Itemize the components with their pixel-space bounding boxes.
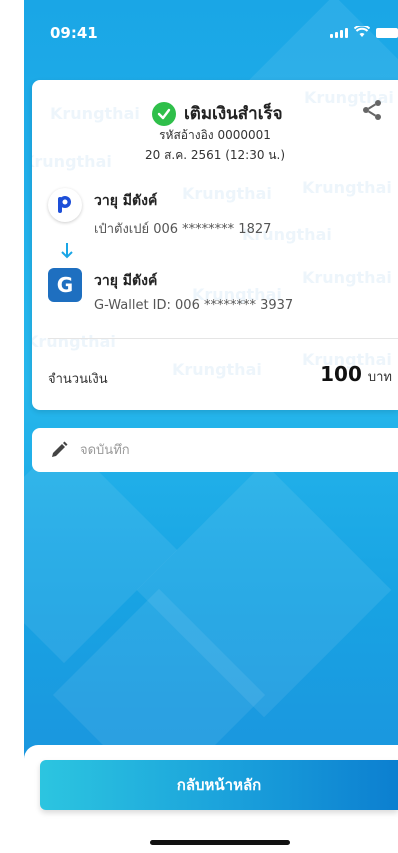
watermark-text: Krungthai — [172, 360, 262, 379]
share-icon[interactable] — [360, 98, 384, 122]
amount-label: จำนวนเงิน — [48, 372, 108, 387]
watermark-text: Krungthai — [50, 104, 140, 123]
wifi-icon — [354, 26, 370, 37]
g-wallet-logo-icon: G — [48, 268, 82, 302]
watermark-text: Krungthai — [302, 268, 392, 287]
status-icons — [330, 26, 398, 38]
sender-account-number: เป๋าตังเปย์ 006 ******** 1827 — [94, 222, 272, 237]
status-bar: 09:41 — [24, 0, 398, 60]
amount-currency: บาท — [367, 370, 392, 385]
sender-name: วายุ มีตังค์ — [94, 193, 158, 209]
amount-value: 100 บาท — [320, 362, 392, 387]
note-input[interactable] — [78, 441, 342, 459]
pencil-icon — [52, 441, 68, 457]
app-screen: 09:41 Krungthai Krungthai Krungthai Krun… — [24, 0, 398, 853]
paotang-logo-icon — [48, 188, 82, 222]
divider — [48, 338, 398, 339]
battery-icon — [376, 28, 398, 38]
transaction-datetime: 20 ส.ค. 2561 (12:30 น.) — [144, 148, 285, 162]
arrow-down-icon — [61, 243, 73, 259]
status-time: 09:41 — [50, 24, 98, 42]
watermark-text: Krungthai — [302, 178, 392, 197]
success-check-icon — [152, 101, 176, 126]
receiver-account-number: G-Wallet ID: 006 ******** 3937 — [94, 298, 294, 313]
success-header: เติมเงินสำเร็จ — [152, 100, 283, 127]
watermark-text: Krungthai — [32, 332, 116, 351]
success-title: เติมเงินสำเร็จ — [184, 104, 283, 124]
receipt-card: Krungthai Krungthai Krungthai Krungthai … — [32, 80, 398, 410]
reference-number: รหัสอ้างอิง 0000001 — [159, 128, 271, 142]
sender-account: วายุ มีตังค์ เป๋าตังเปย์ 006 ******** 18… — [48, 188, 271, 239]
amount-number: 100 — [320, 362, 362, 386]
receiver-account: G วายุ มีตังค์ G-Wallet ID: 006 ********… — [48, 268, 293, 313]
cellular-signal-icon — [330, 28, 348, 38]
home-indicator — [150, 840, 290, 845]
receiver-name: วายุ มีตังค์ — [94, 273, 158, 289]
back-to-home-button[interactable]: กลับหน้าหลัก — [40, 760, 398, 810]
bottom-panel: กลับหน้าหลัก — [24, 745, 398, 853]
note-field[interactable] — [32, 428, 398, 472]
